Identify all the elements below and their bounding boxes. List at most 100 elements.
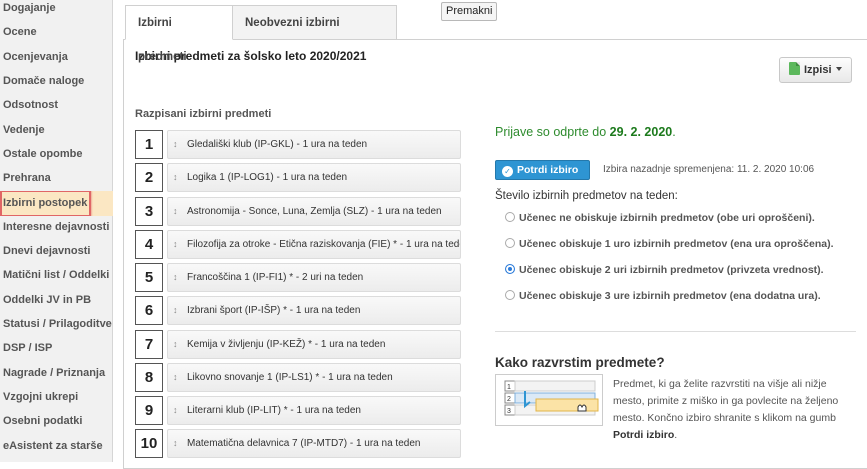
list-item: 7 ↕ Kemija v življenju (IP-KEŽ) * - 1 ura… bbox=[135, 330, 461, 359]
option-two-hours[interactable]: Učenec obiskuje 2 uri izbirnih predmetov… bbox=[505, 263, 824, 277]
sidebar-item-label: Vedenje bbox=[3, 124, 45, 136]
sidebar-item-label: Prehrana bbox=[3, 172, 51, 184]
draggable-subject[interactable]: ↕ Kemija v življenju (IP-KEŽ) * - 1 ura n… bbox=[167, 330, 461, 359]
radio-button[interactable] bbox=[505, 290, 515, 300]
rank-number: 5 bbox=[135, 263, 163, 292]
sidebar-item-label: Nagrade / Priznanja bbox=[3, 367, 106, 379]
rank-number: 6 bbox=[135, 296, 163, 325]
sidebar-item-label: Dnevi dejavnosti bbox=[3, 245, 91, 257]
draggable-subject[interactable]: ↕ Matematična delavnica 7 (IP-MTD7) - 1 u… bbox=[167, 429, 461, 458]
sidebar-item-label: eAsistent za starše bbox=[3, 440, 103, 452]
last-changed-timestamp: Izbira nazadnje spremenjena: 11. 2. 2020… bbox=[603, 164, 815, 175]
tab-label: Izbirni predmeti bbox=[138, 17, 187, 63]
sidebar-item-odsotnost[interactable]: Odsotnost bbox=[0, 93, 113, 117]
sidebar-item-label: Statusi / Prilagoditve bbox=[3, 318, 112, 330]
list-item: 5 ↕ Francoščina 1 (IP-FI1) * - 2 uri na t… bbox=[135, 263, 461, 292]
sidebar-item-domace-naloge[interactable]: Domače naloge bbox=[0, 69, 113, 93]
radio-button[interactable] bbox=[505, 212, 515, 222]
sidebar: Dogajanje Ocene Ocenjevanja Domače nalog… bbox=[0, 0, 113, 462]
sidebar-item-vedenje[interactable]: Vedenje bbox=[0, 118, 113, 142]
drag-handle-icon: ↕ bbox=[173, 139, 178, 149]
sidebar-item-label: Osebni podatki bbox=[3, 415, 83, 427]
subject-label: Izbrani šport (IP-IŠP) * - 1 ura na tede… bbox=[187, 305, 361, 316]
sidebar-item-label: Oddelki JV in PB bbox=[3, 294, 92, 306]
notice-date: 29. 2. 2020 bbox=[609, 125, 673, 139]
draggable-subject[interactable]: ↕ Gledališki klub (IP-GKL) - 1 ura na ted… bbox=[167, 130, 461, 159]
sidebar-item-label: Izbirni postopek bbox=[0, 191, 92, 216]
drag-handle-icon: ↕ bbox=[173, 372, 178, 382]
sidebar-item-label: Dogajanje bbox=[3, 2, 56, 14]
help-text: Predmet, ki ga želite razvrstiti na višj… bbox=[613, 376, 857, 444]
sidebar-item-ocenjevanja[interactable]: Ocenjevanja bbox=[0, 45, 113, 69]
sidebar-item-interesne-dejavnosti[interactable]: Interesne dejavnosti bbox=[0, 215, 113, 239]
list-item: 2 ↕ Logika 1 (IP-LOG1) - 1 ura na teden bbox=[135, 163, 461, 192]
sidebar-item-ocene[interactable]: Ocene bbox=[0, 20, 113, 44]
option-no-electives[interactable]: Učenec ne obiskuje izbirnih predmetov (o… bbox=[505, 211, 815, 225]
chevron-down-icon bbox=[835, 67, 842, 71]
sidebar-item-vzgojni-ukrepi[interactable]: Vzgojni ukrepi bbox=[0, 385, 113, 409]
sidebar-item-label: Matični list / Oddelki bbox=[3, 269, 110, 281]
sidebar-item-maticni-list[interactable]: Matični list / Oddelki bbox=[0, 263, 113, 287]
confirm-button-label: Potrdi izbiro bbox=[517, 164, 579, 176]
sidebar-item-label: Interesne dejavnosti bbox=[3, 221, 110, 233]
sidebar-item-label: Odsotnost bbox=[3, 99, 58, 111]
document-icon bbox=[789, 62, 800, 75]
subject-label: Likovno snovanje 1 (IP-LS1) * - 1 ura na… bbox=[187, 372, 393, 383]
print-dropdown-button[interactable]: Izpisi bbox=[779, 57, 852, 83]
sidebar-item-ostale-opombe[interactable]: Ostale opombe bbox=[0, 142, 113, 166]
list-item: 6 ↕ Izbrani šport (IP-IŠP) * - 1 ura na t… bbox=[135, 296, 461, 325]
draggable-subject[interactable]: ↕ Astronomija - Sonce, Luna, Zemlja (SLZ)… bbox=[167, 197, 461, 226]
subject-label: Francoščina 1 (IP-FI1) * - 2 uri na tede… bbox=[187, 272, 364, 283]
sidebar-item-label: Ocene bbox=[3, 26, 37, 38]
svg-text:3: 3 bbox=[507, 408, 511, 415]
option-three-hours[interactable]: Učenec obiskuje 3 ure izbirnih predmetov… bbox=[505, 289, 821, 303]
sidebar-item-label: Domače naloge bbox=[3, 75, 85, 87]
drag-handle-icon: ↕ bbox=[173, 206, 178, 216]
draggable-subject[interactable]: ↕ Francoščina 1 (IP-FI1) * - 2 uri na ted… bbox=[167, 263, 461, 292]
notice-suffix: . bbox=[672, 125, 676, 139]
draggable-subject[interactable]: ↕ Literarni klub (IP-LIT) * - 1 ura na te… bbox=[167, 396, 461, 425]
option-one-hour[interactable]: Učenec obiskuje 1 uro izbirnih predmetov… bbox=[505, 237, 834, 251]
drag-handle-icon: ↕ bbox=[173, 172, 178, 182]
sidebar-item-oddelki-jv[interactable]: Oddelki JV in PB bbox=[0, 288, 113, 312]
sidebar-item-statusi[interactable]: Statusi / Prilagoditve bbox=[0, 312, 113, 336]
sidebar-item-prehrana[interactable]: Prehrana bbox=[0, 166, 113, 190]
radio-button-selected[interactable] bbox=[505, 264, 515, 274]
drag-handle-icon: ↕ bbox=[173, 239, 178, 249]
subject-label: Matematična delavnica 7 (IP-MTD7) - 1 ur… bbox=[187, 438, 421, 449]
rank-number: 10 bbox=[135, 429, 163, 458]
sidebar-item-dnevi-dejavnosti[interactable]: Dnevi dejavnosti bbox=[0, 239, 113, 263]
help-title: Kako razvrstim predmete? bbox=[495, 355, 665, 370]
sidebar-item-dogajanje[interactable]: Dogajanje bbox=[0, 0, 113, 20]
draggable-subject[interactable]: ↕ Filozofija za otroke - Etična raziskova… bbox=[167, 230, 461, 259]
list-item: 4 ↕ Filozofija za otroke - Etična razisko… bbox=[135, 230, 461, 259]
sidebar-item-easistent-za-starse[interactable]: eAsistent za starše bbox=[0, 434, 113, 458]
list-item: 3 ↕ Astronomija - Sonce, Luna, Zemlja (SL… bbox=[135, 197, 461, 226]
radio-button[interactable] bbox=[505, 238, 515, 248]
tab-izbirni-predmeti[interactable]: Izbirni predmeti bbox=[125, 5, 233, 63]
sidebar-item-label: DSP / ISP bbox=[3, 342, 53, 354]
option-label: Učenec ne obiskuje izbirnih predmetov (o… bbox=[519, 212, 815, 224]
draggable-subject[interactable]: ↕ Izbrani šport (IP-IŠP) * - 1 ura na ted… bbox=[167, 296, 461, 325]
draggable-subject[interactable]: ↕ Likovno snovanje 1 (IP-LS1) * - 1 ura n… bbox=[167, 363, 461, 392]
svg-text:1: 1 bbox=[507, 384, 511, 391]
sidebar-item-izbirni-postopek[interactable]: Izbirni postopek bbox=[0, 191, 113, 216]
list-item: 9 ↕ Literarni klub (IP-LIT) * - 1 ura na … bbox=[135, 396, 461, 425]
sidebar-item-nagrade[interactable]: Nagrade / Priznanja bbox=[0, 361, 113, 385]
drag-tooltip: Premakni bbox=[441, 2, 498, 21]
confirm-selection-button[interactable]: ✓ Potrdi izbiro bbox=[495, 160, 590, 180]
subject-label: Literarni klub (IP-LIT) * - 1 ura na ted… bbox=[187, 405, 361, 416]
sidebar-item-dsp-isp[interactable]: DSP / ISP bbox=[0, 336, 113, 360]
rank-number: 3 bbox=[135, 197, 163, 226]
drag-handle-icon: ↕ bbox=[173, 305, 178, 315]
draggable-subject[interactable]: ↕ Logika 1 (IP-LOG1) - 1 ura na teden bbox=[167, 163, 461, 192]
help-end: . bbox=[674, 429, 678, 441]
check-icon: ✓ bbox=[502, 166, 513, 177]
option-label: Učenec obiskuje 2 uri izbirnih predmetov… bbox=[519, 264, 824, 276]
svg-text:2: 2 bbox=[507, 396, 511, 403]
sidebar-item-osebni-podatki[interactable]: Osebni podatki bbox=[0, 409, 113, 433]
help-body: Predmet, ki ga želite razvrstiti na višj… bbox=[613, 378, 839, 424]
drag-handle-icon: ↕ bbox=[173, 438, 178, 448]
tab-neobvezni-izbirni-predmeti[interactable]: Neobvezni izbirni predmeti bbox=[232, 5, 397, 63]
registration-deadline-notice: Prijave so odprte do 29. 2. 2020. bbox=[495, 125, 676, 139]
